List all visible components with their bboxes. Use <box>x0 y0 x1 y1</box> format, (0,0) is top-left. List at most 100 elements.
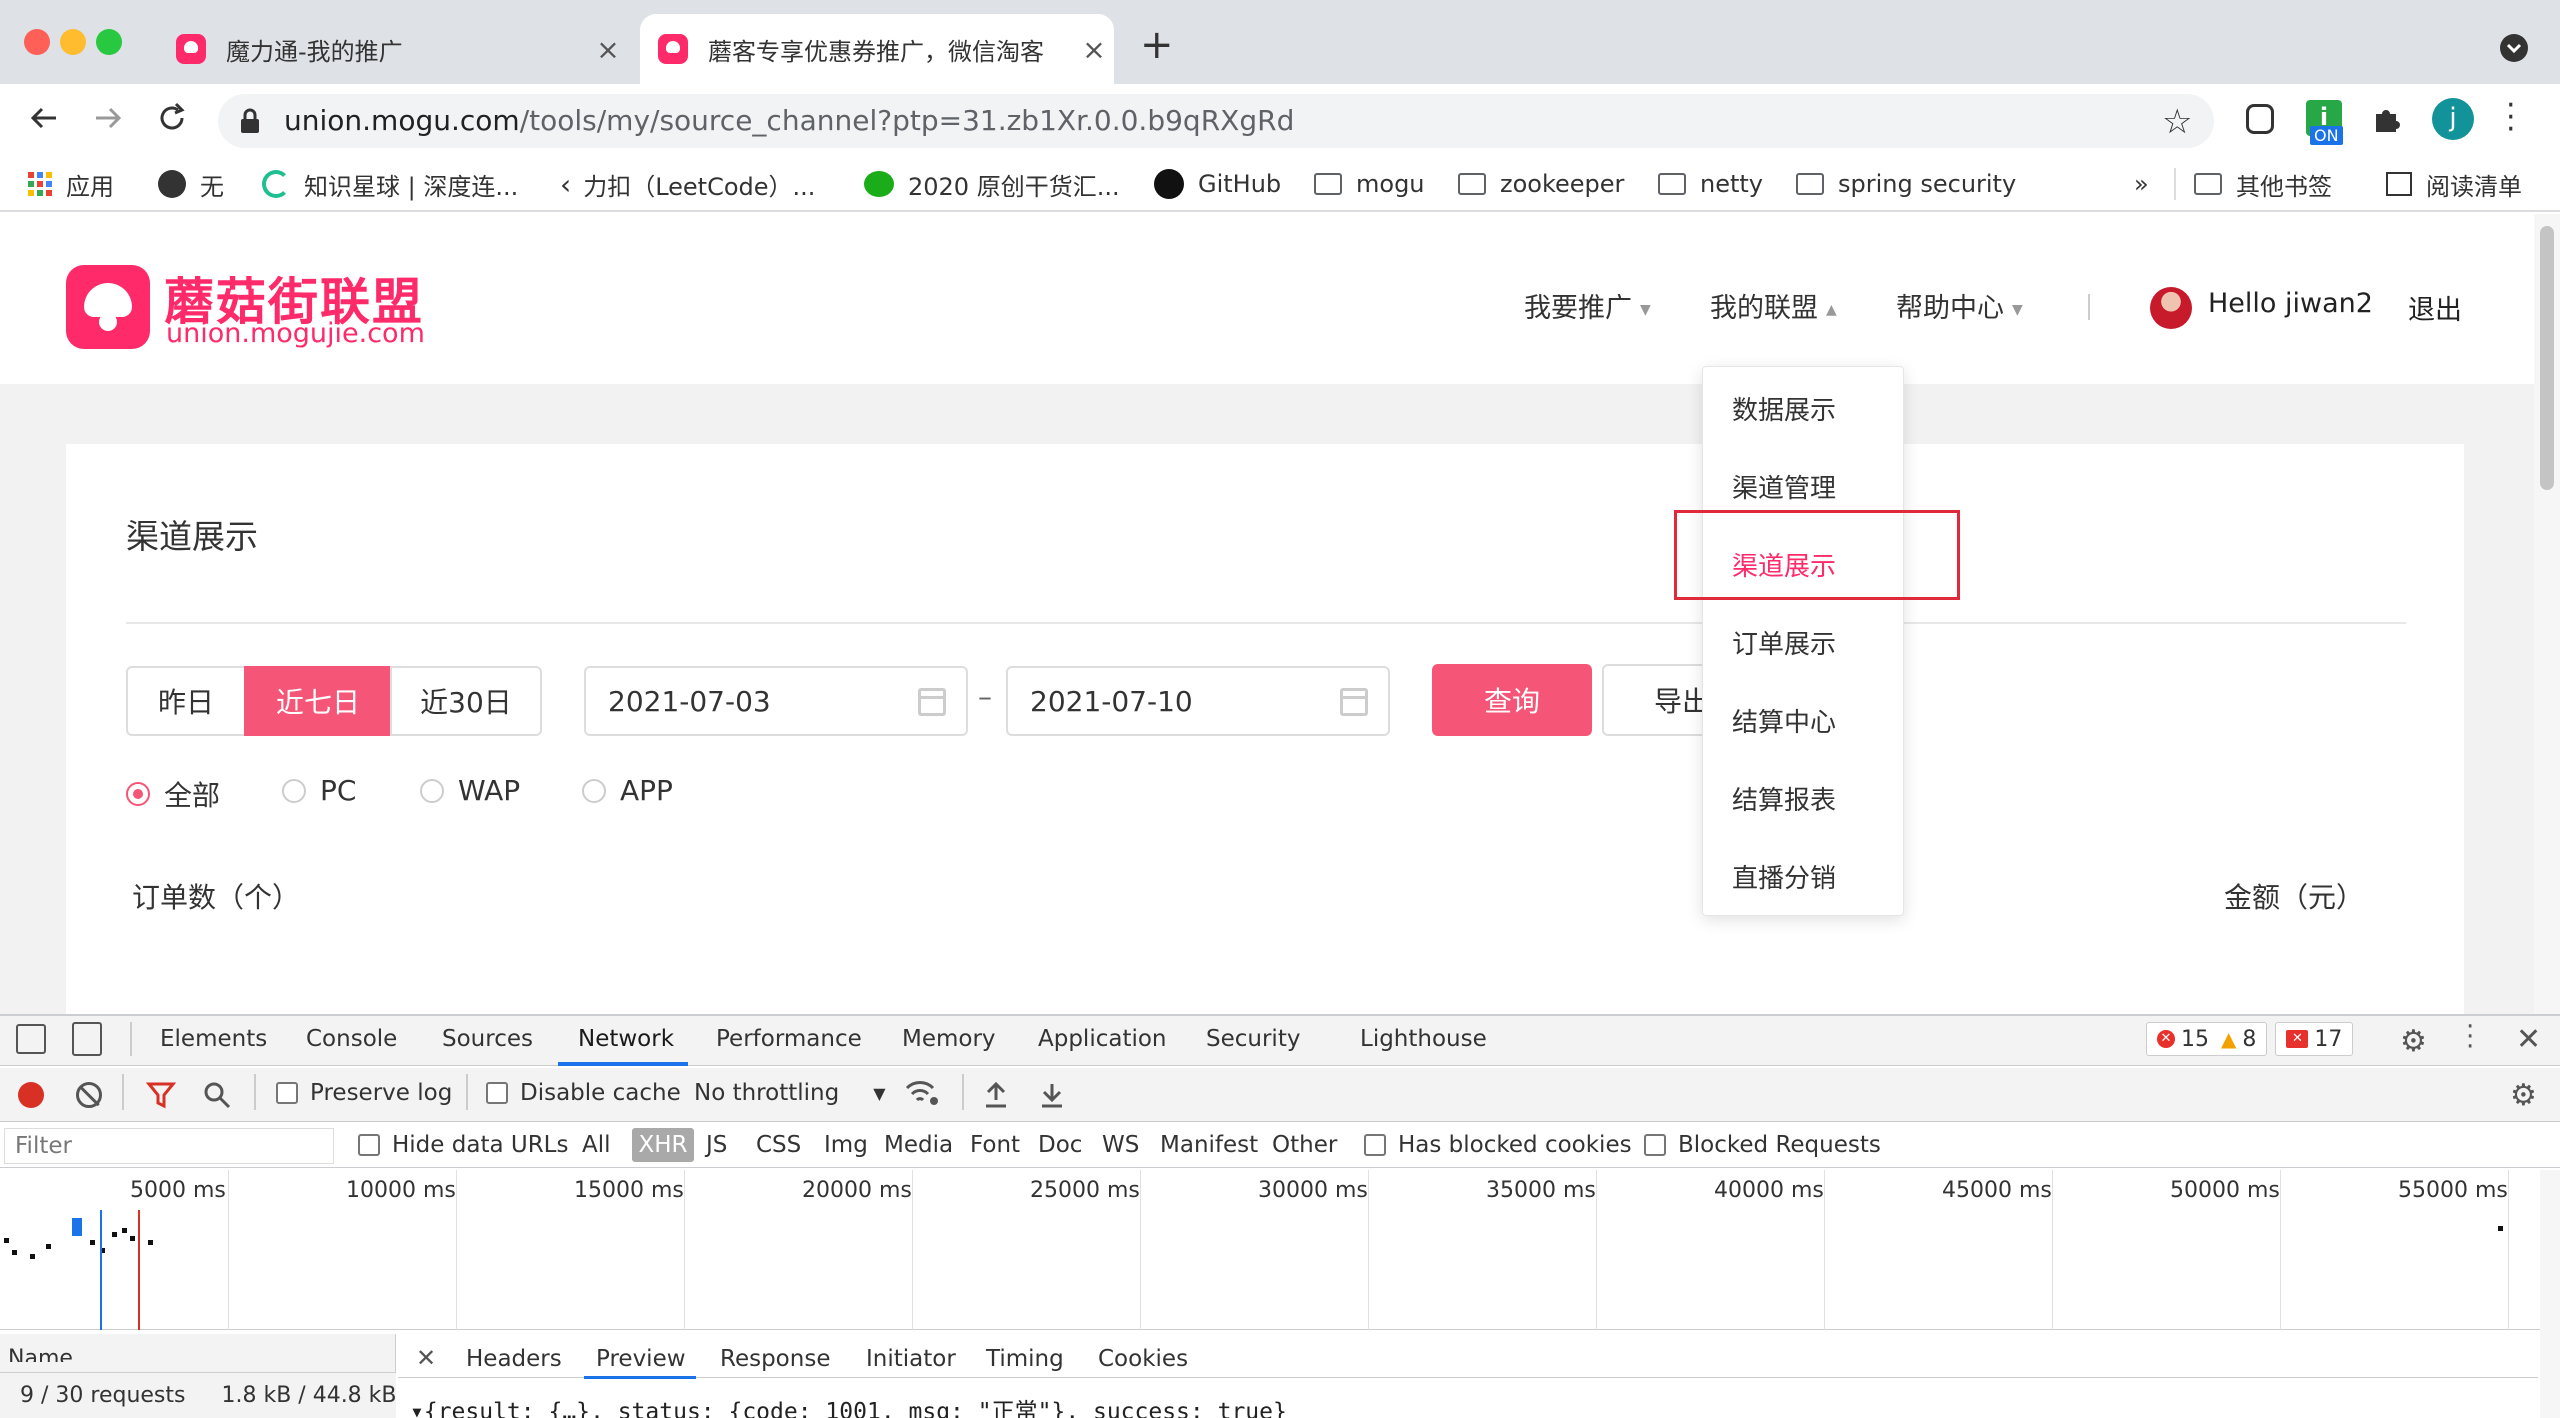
devtools-scrollbar[interactable] <box>2540 1170 2560 1418</box>
bookmark-item[interactable]: GitHub <box>1154 166 1281 202</box>
filter-type-other[interactable]: Other <box>1272 1132 1337 1158</box>
search-icon[interactable] <box>202 1080 232 1114</box>
devtools-tab-lighthouse[interactable]: Lighthouse <box>1360 1026 1487 1052</box>
filter-type-js[interactable]: JS <box>706 1132 727 1158</box>
bookmark-item[interactable]: ‹ 力扣（LeetCode）... <box>560 166 815 202</box>
has-blocked-cookies-checkbox[interactable]: Has blocked cookies <box>1364 1132 1632 1158</box>
filter-funnel-icon[interactable] <box>145 1080 177 1114</box>
close-icon[interactable]: ✕ <box>416 1344 436 1372</box>
profile-avatar[interactable]: j <box>2432 98 2474 140</box>
devtools-tab-memory[interactable]: Memory <box>902 1026 996 1052</box>
radio-dot[interactable] <box>126 782 150 806</box>
gear-icon[interactable]: ⚙ <box>2400 1024 2427 1059</box>
detail-tab-preview[interactable]: Preview <box>596 1346 686 1372</box>
dropdown-item-settlement[interactable]: 结算中心 <box>1732 702 1836 739</box>
dropdown-item-data[interactable]: 数据展示 <box>1732 390 1836 427</box>
devtools-tab-sources[interactable]: Sources <box>442 1026 533 1052</box>
preserve-log-checkbox[interactable]: Preserve log <box>276 1080 452 1106</box>
browser-tab-2[interactable]: 蘑客专享优惠券推广，微信淘客 × <box>640 14 1114 84</box>
filter-type-font[interactable]: Font <box>970 1132 1020 1158</box>
devtools-menu-icon[interactable]: · · · <box>2466 1014 2474 1060</box>
browser-tab-1[interactable]: 魔力通-我的推广 × <box>158 14 628 84</box>
import-har-icon[interactable] <box>982 1080 1010 1114</box>
logout-link[interactable]: 退出 <box>2408 288 2462 327</box>
checkbox[interactable] <box>358 1134 380 1156</box>
devtools-tab-network[interactable]: Network <box>578 1026 674 1052</box>
lock-icon[interactable] <box>238 108 262 138</box>
new-tab-plus-icon[interactable]: + <box>1140 22 1174 68</box>
platform-radio-wap[interactable]: WAP <box>420 774 520 807</box>
network-settings-gear-icon[interactable]: ⚙ <box>2510 1078 2537 1113</box>
nav-my-union[interactable]: 我的联盟 ▲ <box>1710 286 1837 325</box>
platform-radio-app[interactable]: APP <box>582 774 673 807</box>
nav-help-center[interactable]: 帮助中心 ▼ <box>1896 286 2023 325</box>
reading-list[interactable]: 阅读清单 <box>2386 166 2522 202</box>
devtools-tab-application[interactable]: Application <box>1038 1026 1167 1052</box>
zoom-window-button[interactable] <box>96 29 122 55</box>
network-conditions-icon[interactable] <box>904 1078 940 1112</box>
detail-tab-cookies[interactable]: Cookies <box>1098 1346 1188 1372</box>
browser-menu-icon[interactable]: · · · <box>2506 91 2516 145</box>
issues-count[interactable]: ✕ 17 <box>2275 1022 2354 1056</box>
page-scrollbar-thumb[interactable] <box>2540 226 2554 490</box>
range-30days-button[interactable]: 近30日 <box>390 666 542 736</box>
query-button[interactable]: 查询 <box>1432 664 1592 736</box>
device-toolbar-icon[interactable] <box>72 1022 102 1056</box>
nav-promote[interactable]: 我要推广 ▼ <box>1524 286 1651 325</box>
bookmark-folder[interactable]: spring security <box>1796 166 2016 202</box>
export-har-icon[interactable] <box>1038 1080 1066 1114</box>
calendar-icon[interactable] <box>918 688 946 716</box>
name-column-header[interactable]: Name <box>8 1346 73 1362</box>
hide-data-urls-checkbox[interactable]: Hide data URLs <box>358 1132 568 1158</box>
dropdown-item-settlement-report[interactable]: 结算报表 <box>1732 780 1836 817</box>
avatar[interactable] <box>2150 287 2192 329</box>
record-button[interactable] <box>18 1082 44 1108</box>
checkbox[interactable] <box>486 1082 508 1104</box>
bookmark-apps[interactable]: 应用 <box>28 166 114 202</box>
filter-type-ws[interactable]: WS <box>1102 1132 1139 1158</box>
filter-type-xhr[interactable]: XHR <box>632 1128 694 1162</box>
devtools-tab-security[interactable]: Security <box>1206 1026 1300 1052</box>
start-date-input[interactable]: 2021-07-03 <box>584 666 968 736</box>
filter-type-doc[interactable]: Doc <box>1038 1132 1082 1158</box>
close-icon[interactable]: × <box>1074 33 1114 66</box>
detail-tab-response[interactable]: Response <box>720 1346 830 1372</box>
filter-type-all[interactable]: All <box>582 1132 611 1158</box>
dropdown-item-orders[interactable]: 订单展示 <box>1732 624 1836 661</box>
bookmark-item[interactable]: 2020 原创干货汇... <box>864 166 1120 202</box>
radio-dot[interactable] <box>282 778 306 803</box>
checkbox[interactable] <box>1644 1134 1666 1156</box>
inspect-element-icon[interactable] <box>16 1024 46 1054</box>
filter-type-css[interactable]: CSS <box>756 1132 801 1158</box>
filter-type-manifest[interactable]: Manifest <box>1160 1132 1258 1158</box>
blocked-requests-checkbox[interactable]: Blocked Requests <box>1644 1132 1881 1158</box>
filter-input[interactable]: Filter <box>4 1128 334 1164</box>
mogu-logo-icon[interactable] <box>66 265 150 349</box>
forward-icon[interactable] <box>90 100 126 140</box>
error-count[interactable]: ✕ 15 ▲ 8 <box>2146 1022 2268 1056</box>
reload-icon[interactable] <box>154 100 190 140</box>
radio-dot[interactable] <box>420 778 444 803</box>
detail-tab-initiator[interactable]: Initiator <box>866 1346 956 1372</box>
minimize-window-button[interactable] <box>60 29 86 55</box>
back-icon[interactable] <box>26 100 62 140</box>
tab-search-icon[interactable] <box>2500 34 2528 62</box>
clear-icon[interactable] <box>76 1082 102 1108</box>
dropdown-item-channel-manage[interactable]: 渠道管理 <box>1732 468 1836 505</box>
bookmark-folder[interactable]: netty <box>1658 166 1763 202</box>
platform-radio-pc[interactable]: PC <box>282 774 356 807</box>
throttling-select[interactable]: No throttling ▼ <box>694 1080 886 1106</box>
bookmarks-overflow-button[interactable]: » <box>2134 166 2149 202</box>
response-preview[interactable]: ▾{result: {…}, status: {code: 1001, msg:… <box>410 1392 1287 1418</box>
other-bookmarks[interactable]: 其他书签 <box>2194 166 2332 202</box>
close-icon[interactable]: ✕ <box>2516 1022 2541 1057</box>
user-greeting[interactable]: Hello jiwan2 <box>2208 288 2373 319</box>
platform-radio-all[interactable]: 全部 <box>126 774 220 814</box>
bookmark-star-icon[interactable]: ☆ <box>2162 102 2192 142</box>
bookmark-folder[interactable]: zookeeper <box>1458 166 1624 202</box>
checkbox[interactable] <box>276 1082 298 1104</box>
detail-tab-headers[interactable]: Headers <box>466 1346 562 1372</box>
end-date-input[interactable]: 2021-07-10 <box>1006 666 1390 736</box>
bookmark-item[interactable]: 无 <box>158 166 224 202</box>
filter-type-img[interactable]: Img <box>824 1132 868 1158</box>
